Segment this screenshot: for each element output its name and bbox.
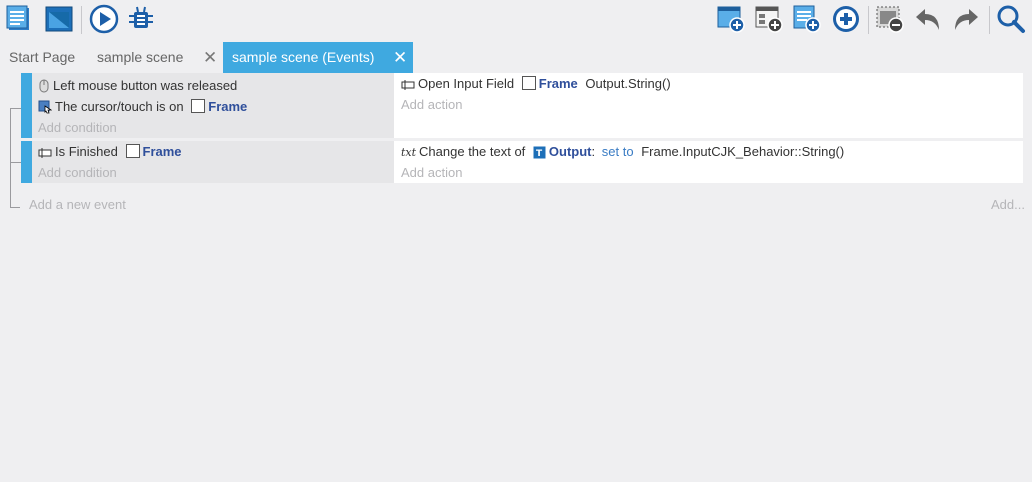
add-event-button[interactable]: Add a new event: [29, 196, 126, 214]
toolbar: [0, 0, 1032, 40]
condition-row[interactable]: Left mouse button was released: [38, 77, 237, 98]
delete-event-icon[interactable]: [875, 4, 905, 34]
toolbar-separator: [989, 6, 990, 34]
close-icon[interactable]: ✕: [203, 42, 217, 73]
add-more-button[interactable]: Add...: [991, 196, 1025, 214]
condition-text: Left mouse button was released: [53, 78, 238, 93]
input-field-icon: [401, 78, 415, 96]
text-object-icon: T: [533, 146, 546, 164]
object-thumbnail: [191, 99, 206, 113]
cursor-on-object-icon: [38, 100, 53, 119]
add-action-button[interactable]: Add action: [401, 96, 462, 114]
tab-label: sample scene: [97, 49, 184, 65]
events-list-icon[interactable]: [5, 4, 35, 34]
tab-sample-scene[interactable]: sample scene ✕: [86, 42, 223, 73]
search-icon[interactable]: [996, 4, 1026, 34]
conditions-column: Left mouse button was released The curso…: [32, 73, 394, 138]
tree-line: [10, 108, 21, 109]
object-thumbnail: [521, 76, 536, 90]
event-block[interactable]: Is Finished Frame Add condition txt Chang…: [21, 141, 1023, 183]
tab-bar: Start Page sample scene ✕ sample scene (…: [0, 42, 1032, 73]
action-text: Open Input Field: [418, 76, 515, 91]
preview-play-icon[interactable]: [89, 4, 119, 34]
svg-text:T: T: [536, 149, 543, 159]
input-field-icon: [38, 146, 52, 164]
add-subevent-icon[interactable]: [754, 4, 784, 34]
conditions-column: Is Finished Frame Add condition: [32, 141, 394, 183]
event-block[interactable]: Left mouse button was released The curso…: [21, 73, 1023, 138]
action-row[interactable]: txt Change the text of T Output: set to F…: [401, 143, 844, 164]
action-text: Change the text of: [419, 144, 526, 159]
condition-text: The cursor/touch is on: [55, 99, 184, 114]
action-parameter: Frame.InputCJK_Behavior::String(): [641, 144, 845, 159]
text-icon: txt: [401, 146, 417, 159]
mouse-icon: [38, 79, 50, 98]
add-more-icon[interactable]: [831, 4, 861, 34]
undo-icon[interactable]: [913, 4, 943, 34]
object-name[interactable]: Output: [549, 144, 592, 159]
tab-sample-scene-events[interactable]: sample scene (Events) ✕: [223, 42, 413, 73]
tab-label: Start Page: [9, 49, 76, 65]
condition-text: Is Finished: [55, 144, 118, 159]
toolbar-separator: [81, 6, 82, 34]
debugger-icon[interactable]: [126, 4, 156, 34]
add-condition-button[interactable]: Add condition: [38, 164, 117, 182]
object-thumbnail: [125, 144, 140, 158]
actions-column: txt Change the text of T Output: set to F…: [394, 141, 1023, 183]
object-name[interactable]: Frame: [208, 99, 247, 114]
tree-line: [10, 162, 21, 163]
condition-row[interactable]: Is Finished Frame: [38, 143, 182, 164]
separator: :: [591, 144, 596, 159]
operator-link[interactable]: set to: [602, 144, 634, 159]
tab-start-page[interactable]: Start Page: [0, 42, 86, 73]
add-event-icon[interactable]: [716, 4, 746, 34]
action-row[interactable]: Open Input Field Frame Output.String(): [401, 75, 671, 96]
action-parameter: Output.String(): [585, 76, 671, 91]
add-action-button[interactable]: Add action: [401, 164, 462, 182]
add-comment-icon[interactable]: [792, 4, 822, 34]
add-condition-button[interactable]: Add condition: [38, 119, 117, 137]
object-name[interactable]: Frame: [143, 144, 182, 159]
close-icon[interactable]: ✕: [393, 42, 407, 73]
actions-column: Open Input Field Frame Output.String() A…: [394, 73, 1023, 138]
object-name[interactable]: Frame: [539, 76, 578, 91]
condition-row[interactable]: The cursor/touch is on Frame: [38, 98, 247, 119]
tree-line: [10, 207, 20, 208]
event-drag-handle[interactable]: [21, 141, 32, 183]
scene-window-icon[interactable]: [44, 4, 74, 34]
toolbar-separator: [868, 6, 869, 34]
tree-line: [10, 108, 11, 208]
redo-icon[interactable]: [951, 4, 981, 34]
event-drag-handle[interactable]: [21, 73, 32, 138]
tab-label: sample scene (Events): [232, 49, 375, 65]
